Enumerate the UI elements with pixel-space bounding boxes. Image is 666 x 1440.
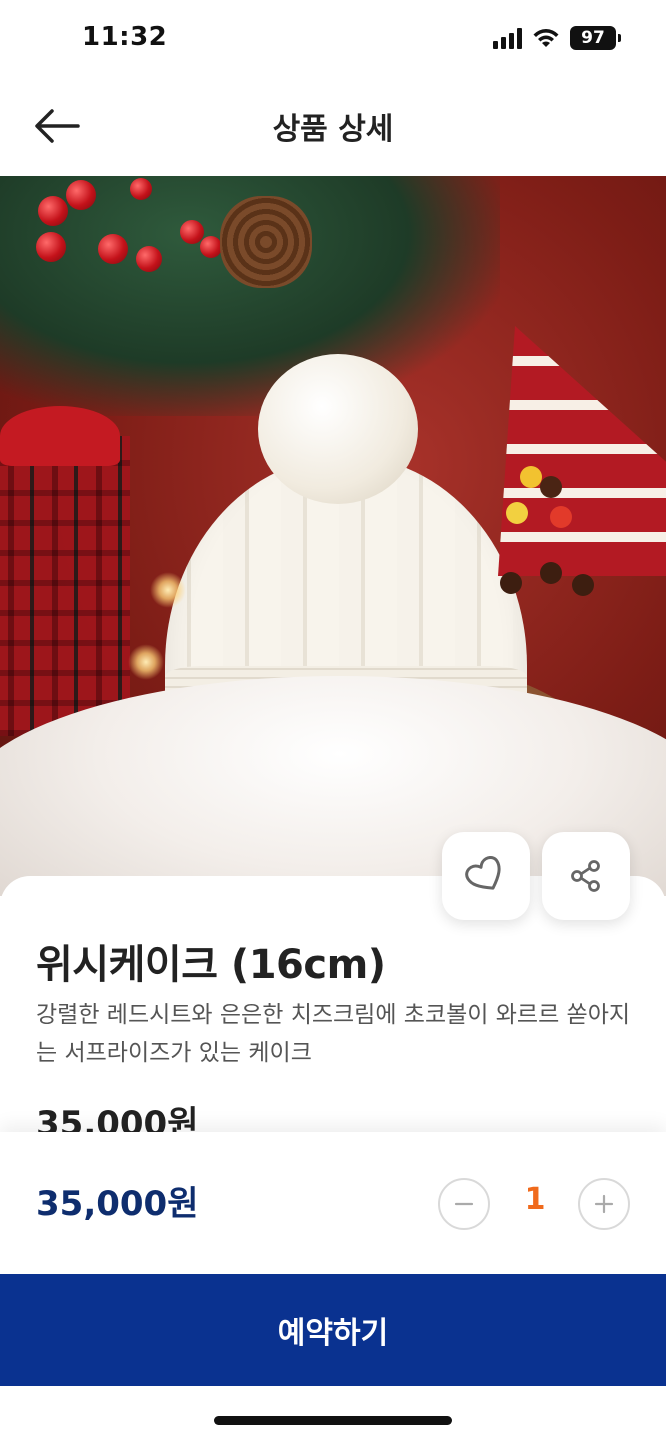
product-name: 위시케이크 (16cm) [36,942,386,988]
signal-icon [493,27,522,49]
pinecone [220,196,312,288]
cake-pompom [258,354,418,504]
minus-icon [454,1202,474,1206]
header: 상품 상세 [0,80,666,176]
battery-icon: 97 [570,26,621,50]
status-time: 11:32 [82,22,168,52]
cake-slice [498,326,666,576]
reserve-button[interactable]: 예약하기 [0,1274,666,1386]
gift-ribbon [0,406,120,466]
heart-outline-icon [465,856,501,890]
status-bar: 11:32 97 [0,0,666,80]
quantity-plus-button[interactable] [578,1178,630,1230]
product-description: 강렬한 레드시트와 은은한 치즈크림에 초코볼이 와르르 쏟아지는 서프라이즈가… [36,1002,631,1066]
status-icons: 97 [493,26,621,50]
wifi-icon [533,29,559,47]
total-price: 35,000원 [36,1184,199,1224]
share-icon [571,860,600,892]
quantity-minus-button[interactable] [438,1178,490,1230]
battery-level: 97 [581,28,605,48]
home-indicator [214,1416,452,1425]
quantity-value: 1 [524,1182,546,1217]
gift-box [0,436,130,736]
order-bar: 35,000원 1 예약하기 [0,1132,666,1440]
plus-icon [594,1194,614,1214]
page-title: 상품 상세 [272,112,394,147]
like-button[interactable] [442,832,530,920]
share-button[interactable] [542,832,630,920]
product-image: ❄ [0,176,666,896]
